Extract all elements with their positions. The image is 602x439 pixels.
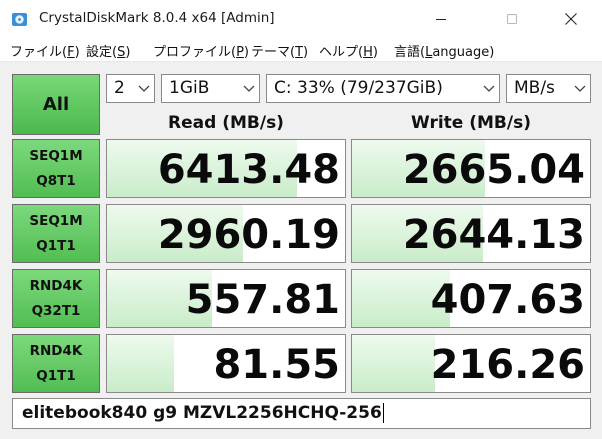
menu-settings[interactable]: 設定(S): [86, 41, 130, 60]
write-value: 216.26: [430, 342, 585, 388]
maximize-icon: [507, 14, 517, 24]
unit-select[interactable]: MB/s: [506, 74, 591, 103]
seq1m-q8t1-button[interactable]: SEQ1M Q8T1: [12, 139, 100, 198]
drive-value: C: 33% (79/237GiB): [274, 78, 443, 98]
read-value: 557.81: [185, 277, 340, 323]
row-label-line2: Q8T1: [36, 172, 76, 189]
menu-file[interactable]: ファイル(F): [10, 41, 80, 60]
read-value: 81.55: [213, 342, 340, 388]
row-label-line2: Q1T1: [36, 367, 76, 384]
write-value: 407.63: [430, 277, 585, 323]
comment-field[interactable]: elitebook840 g9 MZVL2256HCHQ-256: [12, 398, 591, 429]
read-result-seq1m-q1t1: 2960.19: [106, 204, 346, 263]
read-header: Read (MB/s): [168, 113, 284, 133]
read-value: 6413.48: [157, 147, 340, 193]
row-label-line1: SEQ1M: [29, 212, 83, 229]
close-icon: [565, 13, 577, 25]
write-bar: [352, 335, 436, 392]
row-label-line1: RND4K: [29, 277, 83, 294]
write-header: Write (MB/s): [411, 113, 531, 133]
menu-theme[interactable]: テーマ(T): [251, 41, 308, 60]
chevron-down-icon: [483, 85, 495, 92]
write-result-rnd4k-q32t1: 407.63: [351, 269, 591, 328]
write-result-rnd4k-q1t1: 216.26: [351, 334, 591, 393]
menu-bar: ファイル(F) 設定(S) プロファイル(P) テーマ(T) ヘルプ(H) 言語…: [0, 38, 602, 62]
rnd4k-q1t1-button[interactable]: RND4K Q1T1: [12, 334, 100, 393]
row-label-line1: RND4K: [29, 342, 83, 359]
write-result-seq1m-q8t1: 2665.04: [351, 139, 591, 198]
maximize-button[interactable]: [489, 0, 535, 38]
row-label-line2: Q32T1: [31, 302, 81, 319]
rnd4k-q32t1-button[interactable]: RND4K Q32T1: [12, 269, 100, 328]
read-value: 2960.19: [157, 212, 340, 258]
test-size-select[interactable]: 1GiB: [161, 74, 260, 103]
test-count-value: 2: [114, 78, 125, 98]
write-value: 2665.04: [402, 147, 585, 193]
drive-select[interactable]: C: 33% (79/237GiB): [266, 74, 500, 103]
write-result-seq1m-q1t1: 2644.13: [351, 204, 591, 263]
row-label-line1: SEQ1M: [29, 147, 83, 164]
menu-help[interactable]: ヘルプ(H): [319, 41, 378, 60]
chevron-down-icon: [138, 85, 150, 92]
text-caret: [382, 403, 384, 423]
minimize-button[interactable]: [418, 0, 464, 38]
test-count-select[interactable]: 2: [106, 74, 155, 103]
menu-language[interactable]: 言語(Language): [394, 41, 494, 60]
minimize-icon: [436, 19, 446, 20]
title-bar: CrystalDiskMark 8.0.4 x64 [Admin]: [0, 0, 602, 38]
chevron-down-icon: [574, 85, 586, 92]
read-result-rnd4k-q1t1: 81.55: [106, 334, 346, 393]
comment-text: elitebook840 g9 MZVL2256HCHQ-256: [22, 403, 382, 423]
window-title: CrystalDiskMark 8.0.4 x64 [Admin]: [39, 10, 275, 26]
test-size-value: 1GiB: [169, 78, 210, 98]
unit-value: MB/s: [514, 78, 555, 98]
read-bar: [107, 335, 174, 392]
row-label-line2: Q1T1: [36, 237, 76, 254]
read-result-seq1m-q8t1: 6413.48: [106, 139, 346, 198]
all-button[interactable]: All: [12, 74, 100, 135]
close-button[interactable]: [548, 0, 594, 38]
disk-app-icon: [12, 13, 27, 26]
seq1m-q1t1-button[interactable]: SEQ1M Q1T1: [12, 204, 100, 263]
read-result-rnd4k-q32t1: 557.81: [106, 269, 346, 328]
menu-profile[interactable]: プロファイル(P): [153, 41, 249, 60]
write-value: 2644.13: [402, 212, 585, 258]
chevron-down-icon: [243, 85, 255, 92]
